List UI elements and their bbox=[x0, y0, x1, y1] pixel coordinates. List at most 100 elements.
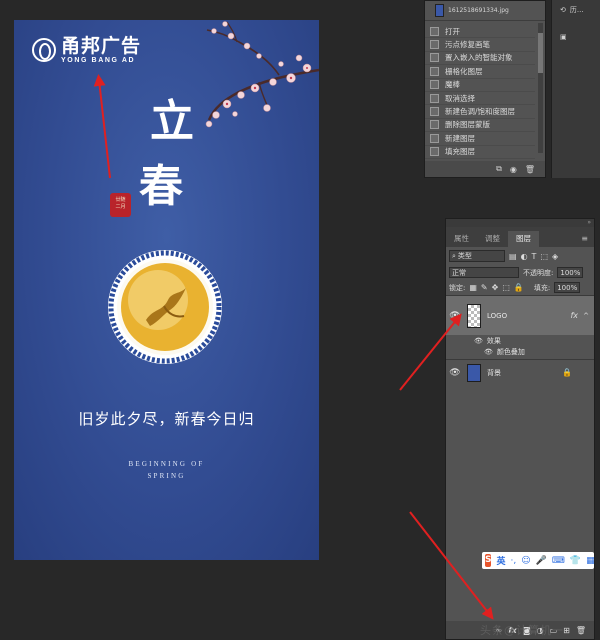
history-item[interactable]: 新建图层 bbox=[425, 132, 535, 146]
lock-position-icon[interactable]: ✥ bbox=[492, 283, 499, 292]
ime-toolbar: S 英 ·, ☺ 🎤 ⌨ 👕 ▦ bbox=[482, 552, 595, 569]
lock-label: 锁定: bbox=[449, 283, 466, 292]
title-character-li: 立 bbox=[150, 96, 194, 147]
filter-type-icon[interactable]: T bbox=[532, 252, 537, 261]
history-item[interactable]: 删除图层蒙版 bbox=[425, 119, 535, 133]
visibility-eye-icon[interactable]: 👁 bbox=[484, 348, 493, 356]
history-footer: ⧉ ◉ 🗑 bbox=[425, 161, 545, 177]
logo-chinese-text: 甬邦广告 bbox=[61, 35, 142, 57]
history-item[interactable]: 取消选择 bbox=[425, 92, 535, 106]
history-item[interactable]: 填充图层 bbox=[425, 146, 535, 159]
filter-smart-object-icon[interactable]: ◈ bbox=[552, 252, 558, 261]
history-item[interactable]: 栅格化图层 bbox=[425, 65, 535, 79]
layer-thumbnail bbox=[467, 303, 481, 328]
layer-thumbnail bbox=[467, 363, 481, 382]
punctuation-icon[interactable]: ·, bbox=[511, 556, 517, 566]
snapshot-filename: 1612518691334.jpg bbox=[448, 7, 509, 14]
layers-panel-tabs: 属性 调整 图层 ≡ bbox=[446, 227, 594, 247]
lock-all-icon[interactable]: 🔒 bbox=[514, 283, 524, 292]
skin-icon[interactable]: 👕 bbox=[570, 556, 581, 566]
trash-icon[interactable]: 🗑 bbox=[525, 165, 535, 174]
snapshot-thumbnail bbox=[435, 4, 444, 17]
opacity-label: 不透明度: bbox=[523, 268, 554, 277]
history-item[interactable]: 魔棒 bbox=[425, 79, 535, 92]
history-item[interactable]: 打开 bbox=[425, 25, 535, 39]
visibility-eye-icon[interactable]: 👁 bbox=[446, 368, 464, 378]
history-step-icon bbox=[430, 66, 439, 76]
lock-transparent-icon[interactable]: ▦ bbox=[469, 283, 477, 292]
history-item-label: 填充图层 bbox=[445, 147, 475, 157]
menu-grid-icon[interactable]: ▦ bbox=[586, 556, 595, 566]
trash-icon[interactable]: 🗑 bbox=[576, 626, 586, 635]
company-logo: 甬邦广告 YONG BANG AD bbox=[32, 36, 141, 64]
lock-icon: 🔒 bbox=[562, 368, 572, 377]
layer-row-logo[interactable]: 👁 LOGO fx ^ bbox=[446, 295, 594, 335]
history-item-label: 置入嵌入的智能对象 bbox=[445, 53, 513, 63]
blend-mode-dropdown[interactable]: 正常 bbox=[449, 267, 519, 278]
layer-filter-label: 类型 bbox=[457, 252, 472, 260]
tab-layers[interactable]: 图层 bbox=[508, 231, 539, 247]
history-list: 打开污点修复画笔置入嵌入的智能对象栅格化图层 魔棒 取消选择 新建色调/饱和度图层删除… bbox=[425, 25, 535, 159]
watermark-text: 头条@计算机一 bbox=[480, 624, 564, 637]
new-layer-icon[interactable]: ⊞ bbox=[563, 626, 570, 635]
poster-canvas[interactable]: 甬邦广告 YONG BANG AD 立 春 廿随 二月 旧岁此夕尽，新春今日归 … bbox=[14, 20, 319, 560]
history-step-icon bbox=[430, 80, 439, 90]
history-item[interactable]: 新建色调/饱和度图层 bbox=[425, 105, 535, 119]
keyboard-icon[interactable]: ⌨ bbox=[552, 556, 565, 566]
visibility-eye-icon[interactable]: 👁 bbox=[474, 337, 483, 345]
filter-pixel-icon[interactable]: ▤ bbox=[509, 252, 517, 261]
effect-item-label: 颜色叠加 bbox=[496, 347, 525, 356]
fill-input[interactable]: 100% bbox=[554, 282, 581, 293]
effects-label: 效果 bbox=[486, 336, 501, 345]
visibility-eye-icon[interactable]: 👁 bbox=[446, 311, 464, 321]
chevron-up-icon[interactable]: ^ bbox=[583, 312, 589, 320]
effect-item-row[interactable]: 👁 颜色叠加 bbox=[446, 346, 594, 357]
porcelain-plate-illustration bbox=[108, 250, 222, 364]
history-panel-button[interactable]: ⟲ 历... bbox=[560, 3, 594, 17]
effects-group-row[interactable]: 👁 效果 bbox=[446, 335, 594, 346]
layer-name: 背景 bbox=[487, 368, 501, 377]
microphone-icon[interactable]: 🎤 bbox=[536, 556, 547, 566]
sogou-logo-icon[interactable]: S bbox=[485, 554, 492, 567]
history-scrollbar[interactable] bbox=[538, 23, 543, 153]
blend-mode-row: 正常 不透明度: 100% bbox=[446, 265, 594, 280]
filter-adjustment-icon[interactable]: ◐ bbox=[521, 252, 528, 261]
history-item-label: 新建色调/饱和度图层 bbox=[445, 107, 516, 117]
history-item[interactable]: 置入嵌入的智能对象 bbox=[425, 52, 535, 66]
history-panel: 1612518691334.jpg 打开污点修复画笔置入嵌入的智能对象栅格化图层… bbox=[424, 0, 546, 178]
english-subtitle-line-1: BEGINNING OF bbox=[128, 460, 205, 468]
history-step-icon bbox=[430, 107, 439, 117]
layer-fx-badge[interactable]: fx bbox=[570, 311, 578, 320]
layer-row-background[interactable]: 👁 背景 🔒 bbox=[446, 359, 594, 385]
layers-panel: » 属性 调整 图层 ≡ ⌕ 类型 ▤ ◐ T ⬚ ◈ 正常 不透明度: 100… bbox=[445, 218, 595, 640]
history-item-label: 污点修复画笔 bbox=[445, 40, 490, 50]
new-document-from-state-icon[interactable]: ⧉ bbox=[496, 164, 502, 174]
title-character-chun: 春 bbox=[139, 161, 183, 212]
history-step-icon bbox=[430, 133, 439, 143]
history-step-icon bbox=[430, 93, 439, 103]
camera-icon[interactable]: ◉ bbox=[510, 165, 517, 174]
history-item[interactable]: 污点修复画笔 bbox=[425, 38, 535, 52]
history-step-icon bbox=[430, 147, 439, 157]
history-snapshot-row[interactable]: 1612518691334.jpg bbox=[425, 1, 545, 21]
history-item-label: 打开 bbox=[445, 26, 460, 36]
layer-swatch-button[interactable]: ▣ bbox=[560, 30, 594, 44]
lock-pixels-icon[interactable]: ✎ bbox=[481, 283, 488, 292]
lock-row: 锁定: ▦ ✎ ✥ ⬚ 🔒 填充: 100% bbox=[446, 280, 594, 295]
tab-adjustments[interactable]: 调整 bbox=[477, 231, 508, 247]
ime-language-toggle[interactable]: 英 bbox=[496, 554, 505, 567]
panel-collapse-bar[interactable]: » bbox=[446, 219, 594, 227]
panel-menu-icon[interactable]: ≡ bbox=[581, 234, 588, 243]
layer-filter-dropdown[interactable]: ⌕ 类型 bbox=[449, 250, 505, 262]
emoji-icon[interactable]: ☺ bbox=[521, 556, 530, 566]
lock-artboard-icon[interactable]: ⬚ bbox=[502, 283, 510, 292]
filter-shape-icon[interactable]: ⬚ bbox=[540, 252, 548, 261]
history-step-icon bbox=[430, 26, 439, 36]
tab-properties[interactable]: 属性 bbox=[446, 231, 477, 247]
history-item-label: 新建图层 bbox=[445, 133, 475, 143]
english-subtitle-line-2: SPRING bbox=[147, 472, 186, 480]
search-icon: ⌕ bbox=[452, 251, 456, 260]
history-step-icon bbox=[430, 53, 439, 63]
opacity-input[interactable]: 100% bbox=[557, 267, 584, 278]
history-step-icon bbox=[430, 40, 439, 50]
